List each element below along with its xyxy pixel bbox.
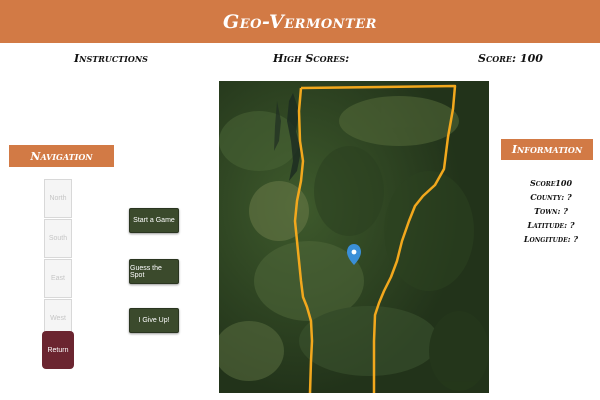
north-button[interactable]: North	[44, 179, 72, 218]
return-button[interactable]: Return	[42, 331, 74, 369]
map-canvas	[219, 81, 489, 393]
info-county: County: ?	[530, 192, 572, 202]
info-latitude: Latitude: ?	[527, 220, 575, 230]
app-header: Geo-Vermonter	[0, 0, 600, 43]
app-title: Geo-Vermonter	[223, 10, 377, 33]
satellite-map[interactable]	[219, 81, 489, 393]
information-panel: Score100 County: ? Town: ? Latitude: ? L…	[503, 176, 599, 246]
guess-spot-button[interactable]: Guess the Spot	[129, 259, 179, 284]
south-button[interactable]: South	[44, 219, 72, 258]
info-longitude: Longitude: ?	[523, 234, 579, 244]
information-heading-label: Information	[511, 143, 583, 156]
instructions-link[interactable]: Instructions	[74, 52, 148, 65]
navigation-heading-label: Navigation	[30, 149, 93, 163]
navigation-buttons: North South East West	[44, 179, 72, 339]
high-scores-link[interactable]: High Scores:	[273, 52, 349, 65]
information-heading: Information	[501, 139, 593, 160]
navigation-heading: Navigation	[9, 145, 114, 167]
give-up-button[interactable]: I Give Up!	[129, 308, 179, 333]
info-town: Town: ?	[534, 206, 568, 216]
east-button[interactable]: East	[44, 259, 72, 298]
score-display: Score: 100	[478, 52, 543, 65]
start-game-button[interactable]: Start a Game	[129, 208, 179, 233]
info-score: Score100	[529, 178, 573, 188]
